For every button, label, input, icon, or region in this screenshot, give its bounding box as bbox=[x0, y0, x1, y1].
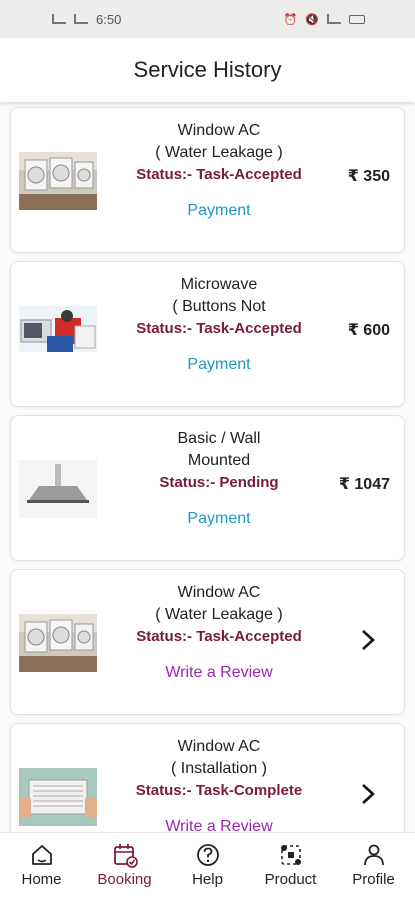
service-title: Microwave bbox=[180, 276, 258, 293]
price-label: ₹ 1047 bbox=[338, 476, 390, 493]
status-time: 6:50 bbox=[96, 11, 122, 27]
help-icon bbox=[196, 844, 219, 866]
app-header: Service History bbox=[0, 38, 415, 102]
window-ac-image bbox=[19, 152, 97, 210]
payment-link[interactable]: Payment bbox=[116, 200, 322, 222]
payment-link[interactable]: Payment bbox=[116, 508, 322, 530]
service-card[interactable]: Microwave ( Buttons Not Status:- Task-Ac… bbox=[10, 261, 405, 407]
service-subtitle: Mounted bbox=[187, 452, 251, 469]
microwave-image bbox=[19, 306, 97, 364]
service-subtitle: ( Water Leakage ) bbox=[155, 606, 283, 623]
chevron-right-icon[interactable] bbox=[358, 782, 378, 806]
product-icon bbox=[280, 845, 301, 865]
chevron-right-icon[interactable] bbox=[358, 628, 378, 652]
battery-icon bbox=[349, 14, 365, 24]
service-subtitle: ( Installation ) bbox=[170, 760, 268, 777]
service-card[interactable]: Window AC ( Installation ) Status:- Task… bbox=[10, 723, 405, 832]
tab-label: Help bbox=[192, 871, 223, 888]
service-subtitle: ( Water Leakage ) bbox=[155, 144, 283, 161]
status-label: Status:- Task-Complete bbox=[135, 782, 303, 799]
mute-icon: 🔇 bbox=[305, 13, 319, 26]
service-title: Window AC bbox=[177, 122, 261, 139]
alarm-icon: ⏰ bbox=[283, 13, 298, 26]
tab-booking[interactable]: Booking bbox=[83, 833, 166, 901]
service-title: Window AC bbox=[177, 584, 261, 601]
price-label: ₹ 350 bbox=[347, 168, 390, 185]
status-label: Status:- Task-Accepted bbox=[136, 628, 302, 645]
service-card[interactable]: Window AC ( Water Leakage ) Status:- Tas… bbox=[10, 107, 405, 253]
tab-label: Home bbox=[21, 871, 62, 888]
tab-help[interactable]: Help bbox=[166, 833, 249, 901]
window-ac-install-image bbox=[19, 768, 97, 826]
calendar-check-icon bbox=[113, 844, 138, 868]
service-subtitle: ( Buttons Not bbox=[172, 298, 266, 315]
service-title: Window AC bbox=[177, 738, 261, 755]
tab-home[interactable]: Home bbox=[0, 833, 83, 901]
write-review-link[interactable]: Write a Review bbox=[116, 816, 322, 832]
service-card[interactable]: Basic / Wall Mounted Status:- Pending Pa… bbox=[10, 415, 405, 561]
network-icon bbox=[327, 14, 341, 24]
chimney-image bbox=[19, 460, 97, 518]
window-ac-image bbox=[19, 614, 97, 672]
tab-label: Product bbox=[264, 871, 317, 888]
service-card[interactable]: Window AC ( Water Leakage ) Status:- Tas… bbox=[10, 569, 405, 715]
status-label: Status:- Pending bbox=[159, 474, 279, 491]
payment-link[interactable]: Payment bbox=[116, 354, 322, 376]
signal-icon-2 bbox=[74, 14, 88, 24]
tab-profile[interactable]: Profile bbox=[332, 833, 415, 901]
bottom-tab-bar: Home Booking Help Product Profile bbox=[0, 832, 415, 901]
page-title: Service History bbox=[133, 57, 282, 82]
tab-label: Booking bbox=[97, 871, 152, 888]
status-label: Status:- Task-Accepted bbox=[136, 320, 302, 337]
signal-icon bbox=[52, 14, 66, 24]
price-label: ₹ 600 bbox=[347, 322, 390, 339]
tab-label: Profile bbox=[352, 871, 395, 888]
tab-product[interactable]: Product bbox=[249, 833, 332, 901]
status-bar: 6:50 ⏰ 🔇 bbox=[0, 0, 415, 38]
service-history-list[interactable]: Window AC ( Water Leakage ) Status:- Tas… bbox=[0, 102, 415, 832]
write-review-link[interactable]: Write a Review bbox=[116, 662, 322, 684]
service-title: Basic / Wall bbox=[177, 430, 261, 447]
home-icon bbox=[31, 845, 52, 865]
status-label: Status:- Task-Accepted bbox=[136, 166, 302, 183]
person-icon bbox=[363, 844, 384, 866]
